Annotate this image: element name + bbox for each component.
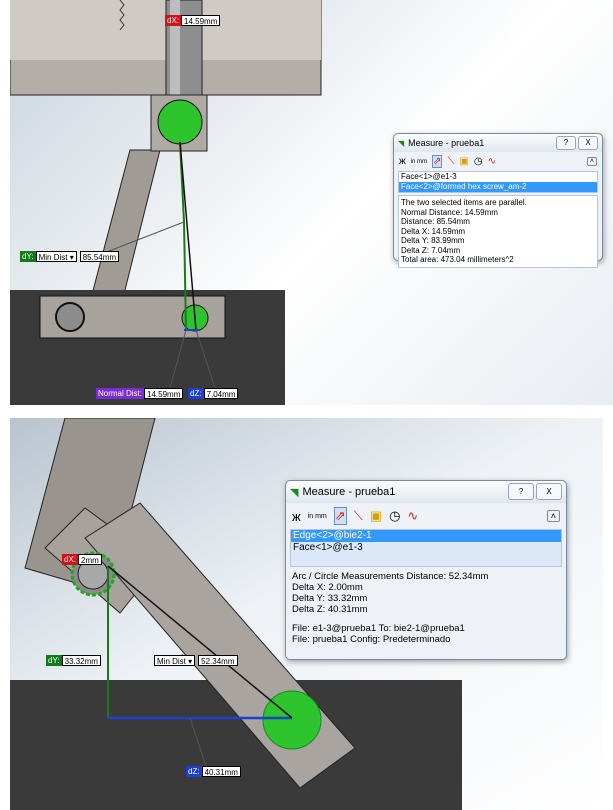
selected-face-screw <box>157 99 203 145</box>
selected-face <box>262 690 322 750</box>
history-icon[interactable]: ◷ <box>389 508 400 524</box>
selection-item[interactable]: Face<1>@e1-3 <box>291 542 561 554</box>
help-button[interactable]: ? <box>508 483 534 500</box>
measure-dialog-top[interactable]: ◥ Measure - prueba1 ? X ж in mm ⇗ ⟍ ▣ ◷ … <box>393 133 603 268</box>
results-panel: The two selected items are parallel. Norm… <box>398 195 598 268</box>
dialog-title: Measure - prueba1 <box>302 486 396 498</box>
selection-item-selected[interactable]: Edge<2>@bie2-1 <box>291 530 561 542</box>
arc-dims-icon[interactable]: ж <box>292 509 301 524</box>
dy-label: dY: <box>20 251 36 262</box>
dx-value: 14.59mm <box>181 15 221 26</box>
measure-icon: ◥ <box>398 138 405 148</box>
dz-value: 40.31mm <box>201 766 241 777</box>
result-line: Delta X: 14.59mm <box>401 226 466 236</box>
close-button[interactable]: X <box>536 483 562 500</box>
result-line: File: e1-3@prueba1 To: bie2-1@prueba1 <box>292 623 465 634</box>
pin-hole <box>55 302 85 332</box>
collapse-icon[interactable]: ˄ <box>586 157 597 166</box>
result-line: Normal Distance: 14.59mm <box>401 207 498 217</box>
dy-tag[interactable]: dY: 33.32mm <box>46 655 101 666</box>
result-line: File: prueba1 Config: Predeterminado <box>292 634 451 645</box>
dx-value: 2mm <box>78 554 102 565</box>
point-to-point-icon[interactable]: ⟍ <box>354 508 363 524</box>
dy-tag[interactable]: dY: Min Dist 85.54mm <box>20 251 120 262</box>
result-line: Delta Z: 40.31mm <box>292 604 368 615</box>
collapse-icon[interactable]: ˄ <box>546 510 560 522</box>
dy-value: 33.32mm <box>61 655 101 666</box>
selection-item-selected[interactable]: Face<2>@formed hex screw_am-2 <box>399 182 597 192</box>
projection-icon[interactable]: ▣ <box>370 508 382 524</box>
help-button[interactable]: ? <box>556 136 576 150</box>
xyz-icon[interactable]: ⇗ <box>432 155 443 168</box>
dx-label: dX: <box>165 15 182 26</box>
dialog-titlebar[interactable]: ◥ Measure - prueba1 ? X <box>286 481 566 503</box>
dz-value: 7.04mm <box>203 388 239 399</box>
dx-tag[interactable]: dX: 2mm <box>62 554 102 565</box>
dialog-toolbar: ж in mm ⇗ ⟍ ▣ ◷ ∿ ˄ <box>394 152 602 171</box>
units-icon[interactable]: in mm <box>411 159 427 165</box>
normal-dist-tag[interactable]: Normal Dist: 14.59mm <box>96 388 184 399</box>
top-screenshot: dX: 14.59mm dY: Min Dist 85.54mm Normal … <box>0 0 613 405</box>
dialog-title: Measure - prueba1 <box>408 138 485 148</box>
measure-dialog-bottom[interactable]: ◥ Measure - prueba1 ? X ж in mm ⇗ ⟍ ▣ ◷ … <box>285 480 567 660</box>
dx-tag[interactable]: dX: 14.59mm <box>165 15 221 26</box>
selection-list[interactable]: Edge<2>@bie2-1 Face<1>@e1-3 <box>290 529 562 567</box>
close-button[interactable]: X <box>578 136 598 150</box>
result-line: Delta Y: 33.32mm <box>292 593 368 604</box>
min-dist-dropdown[interactable]: Min Dist <box>35 251 77 262</box>
normal-dist-label: Normal Dist: <box>96 388 145 399</box>
result-line: Total area: 473.04 millimeters^2 <box>401 255 514 264</box>
result-line: Delta Y: 83.99mm <box>401 236 465 245</box>
measure-icon: ◥ <box>290 486 299 499</box>
bottom-screenshot: dX: 2mm dY: 33.32mm Min Dist 52.34mm dZ:… <box>0 418 613 810</box>
selection-list[interactable]: Face<1>@e1-3 Face<2>@formed hex screw_am… <box>398 171 598 193</box>
graphics-area-bottom[interactable]: dX: 2mm dY: 33.32mm Min Dist 52.34mm dZ:… <box>10 418 603 810</box>
min-dist-dropdown[interactable]: Min Dist <box>154 655 196 666</box>
graphics-area-top[interactable]: dX: 14.59mm dY: Min Dist 85.54mm Normal … <box>10 0 613 405</box>
normal-dist-value: 14.59mm <box>144 388 184 399</box>
dialog-titlebar[interactable]: ◥ Measure - prueba1 ? X <box>394 134 602 152</box>
result-line: Delta Z: 7.04mm <box>401 245 461 255</box>
dy-value: 85.54mm <box>79 251 120 262</box>
projection-icon[interactable]: ▣ <box>459 156 468 167</box>
min-dist-tag[interactable]: Min Dist 52.34mm <box>154 655 238 666</box>
dz-tag[interactable]: dZ: 7.04mm <box>188 388 239 399</box>
result-line: Arc / Circle Measurements Distance: 52.3… <box>292 571 489 582</box>
history-icon[interactable]: ◷ <box>474 156 483 167</box>
dz-label: dZ: <box>186 766 202 777</box>
results-panel: Arc / Circle Measurements Distance: 52.3… <box>290 569 562 647</box>
dz-label: dZ: <box>188 388 204 399</box>
dialog-toolbar: ж in mm ⇗ ⟍ ▣ ◷ ∿ ˄ <box>286 503 566 529</box>
min-dist-value: 52.34mm <box>198 655 238 666</box>
dy-label: dY: <box>46 655 62 666</box>
result-line: Delta X: 2.00mm <box>292 582 363 593</box>
selection-item[interactable]: Face<1>@e1-3 <box>399 172 597 182</box>
units-icon[interactable]: in mm <box>308 513 327 520</box>
sensor-icon[interactable]: ∿ <box>407 508 418 524</box>
dx-label: dX: <box>62 554 79 565</box>
result-line: Distance: 85.54mm <box>401 217 470 226</box>
xyz-icon[interactable]: ⇗ <box>333 507 347 525</box>
point-to-point-icon[interactable]: ⟍ <box>447 156 454 167</box>
result-line: The two selected items are parallel. <box>401 198 527 207</box>
selection-empty-row <box>291 554 561 566</box>
dz-tag[interactable]: dZ: 40.31mm <box>186 766 241 777</box>
result-spacer <box>292 615 560 623</box>
sensor-icon[interactable]: ∿ <box>488 156 496 167</box>
arc-dims-icon[interactable]: ж <box>399 156 406 167</box>
